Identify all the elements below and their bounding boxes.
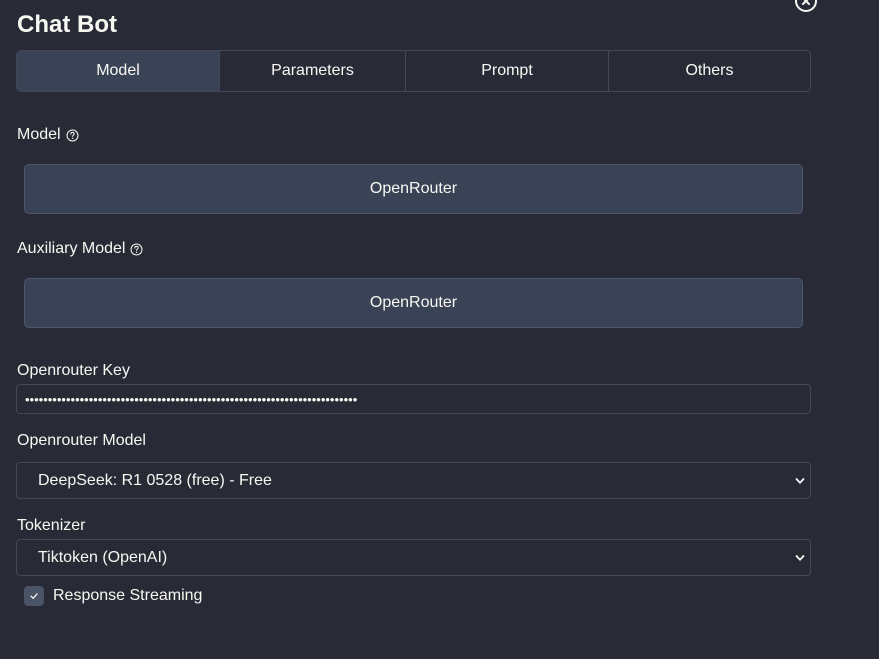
tokenizer-value: Tiktoken (OpenAI) [38,548,168,566]
response-streaming-checkbox[interactable] [24,585,44,606]
tab-label: Model [96,62,140,79]
tokenizer-label-text: Tokenizer [17,517,86,534]
tab-model[interactable]: Model [17,51,220,91]
help-icon[interactable] [130,243,143,256]
auxiliary-model-label: Auxiliary Model [17,240,126,257]
tab-bar: Model Parameters Prompt Others [16,50,811,92]
openrouter-key-input[interactable] [16,384,811,414]
model-value: OpenRouter [369,180,458,197]
openrouter-key-label: Openrouter Key [17,361,130,381]
tokenizer-label: Tokenizer [17,516,85,536]
help-icon[interactable] [66,129,79,142]
auxiliary-model-value: OpenRouter [369,294,458,311]
tab-others[interactable]: Others [609,51,810,91]
openrouter-model-value: DeepSeek: R1 0528 (free) - Free [38,471,272,489]
model-select-button[interactable]: OpenRouter [24,164,803,214]
tab-parameters[interactable]: Parameters [220,51,406,91]
tab-label: Parameters [271,62,354,79]
response-streaming-row: Response Streaming [24,585,202,606]
openrouter-model-label-text: Openrouter Model [17,432,146,449]
tab-prompt[interactable]: Prompt [406,51,609,91]
settings-panel: Chat Bot Model Parameters Prompt Others … [0,0,879,659]
openrouter-model-select[interactable]: DeepSeek: R1 0528 (free) - Free [16,462,811,499]
close-button[interactable] [795,0,817,12]
tab-label: Prompt [481,62,533,79]
response-streaming-label: Response Streaming [53,586,203,604]
model-label: Model [17,126,61,143]
chevron-down-icon [795,553,805,563]
auxiliary-model-select-button[interactable]: OpenRouter [24,278,803,328]
model-label-row: Model [17,125,79,145]
page-title: Chat Bot [17,11,117,38]
openrouter-key-label-text: Openrouter Key [17,362,130,379]
chevron-down-icon [795,476,805,486]
check-icon [29,591,39,601]
openrouter-model-label: Openrouter Model [17,431,146,451]
auxiliary-model-label-row: Auxiliary Model [17,239,143,259]
tab-label: Others [685,62,734,79]
close-icon [801,0,811,6]
tokenizer-select[interactable]: Tiktoken (OpenAI) [16,539,811,576]
